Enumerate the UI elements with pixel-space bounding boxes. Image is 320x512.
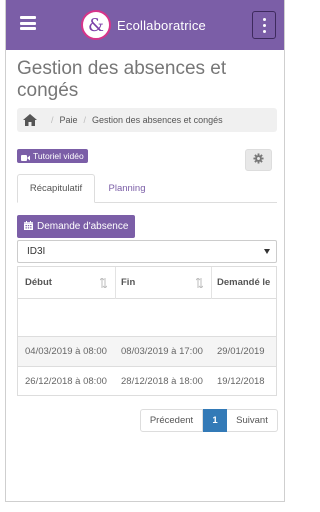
brand[interactable]: & Ecollaboratrice <box>81 10 206 40</box>
employee-select[interactable]: ID3I <box>17 240 277 263</box>
pagination-previous[interactable]: Précedent <box>140 409 203 432</box>
tab-recapitulatif[interactable]: Récapitulatif <box>17 174 95 203</box>
pagination: Précedent 1 Suivant <box>140 409 278 432</box>
tab-bar: Récapitulatif Planning <box>17 174 277 203</box>
cell-debut: 04/03/2019 à 08:00 <box>25 346 107 357</box>
cell-fin: 08/03/2019 à 17:00 <box>121 346 203 357</box>
tutorial-video-label: Tutoriel vidéo <box>33 151 84 161</box>
brand-name: Ecollaboratrice <box>117 17 206 33</box>
breadcrumb-separator: / <box>83 115 87 125</box>
sort-icon[interactable] <box>196 278 203 288</box>
table-row-spacer <box>18 299 276 337</box>
breadcrumb-item-paie[interactable]: Paie <box>60 115 78 125</box>
tutorial-video-button[interactable]: Tutoriel vidéo <box>17 149 88 163</box>
absences-table[interactable]: Début Fin Demandé le 04/03/2019 à 08:00 … <box>17 266 277 396</box>
column-header-demande-le[interactable]: Demandé le <box>217 267 276 298</box>
table-row[interactable]: 26/12/2018 à 08:00 28/12/2018 à 18:00 19… <box>18 367 276 395</box>
column-divider <box>211 267 212 299</box>
video-camera-icon <box>21 153 30 161</box>
cell-debut: 26/12/2018 à 08:00 <box>25 376 107 387</box>
home-icon[interactable] <box>23 114 37 126</box>
page-title: Gestion des absences et congés <box>17 58 227 101</box>
brand-logo: & <box>81 10 111 40</box>
top-navbar: & Ecollaboratrice <box>6 0 284 50</box>
column-divider <box>115 267 116 299</box>
employee-select-value: ID3I <box>27 246 46 257</box>
table-header-row: Début Fin Demandé le <box>18 267 276 299</box>
cell-demande-le: 29/01/2019 <box>217 346 265 357</box>
sort-icon[interactable] <box>100 278 107 288</box>
new-absence-request-label: Demande d'absence <box>37 221 129 232</box>
new-absence-request-button[interactable]: Demande d'absence <box>17 215 136 238</box>
cell-demande-le: 19/12/2018 <box>217 376 265 387</box>
pagination-next[interactable]: Suivant <box>227 409 278 432</box>
pagination-page-current[interactable]: 1 <box>203 409 227 432</box>
more-vertical-icon[interactable] <box>252 11 276 39</box>
app-frame: & Ecollaboratrice Gestion des absences e… <box>5 0 285 502</box>
calendar-icon <box>24 220 33 233</box>
tab-planning[interactable]: Planning <box>99 174 155 203</box>
gear-icon <box>253 151 264 169</box>
cell-fin: 28/12/2018 à 18:00 <box>121 376 203 387</box>
breadcrumb-separator: / <box>51 115 54 125</box>
table-row[interactable]: 04/03/2019 à 08:00 08/03/2019 à 17:00 29… <box>18 337 276 367</box>
breadcrumb-item-current: Gestion des absences et congés <box>92 115 223 125</box>
breadcrumb: / Paie / Gestion des absences et congés <box>17 108 277 132</box>
menu-icon[interactable] <box>20 16 36 30</box>
settings-button[interactable] <box>245 149 272 171</box>
chevron-down-icon <box>264 249 270 254</box>
